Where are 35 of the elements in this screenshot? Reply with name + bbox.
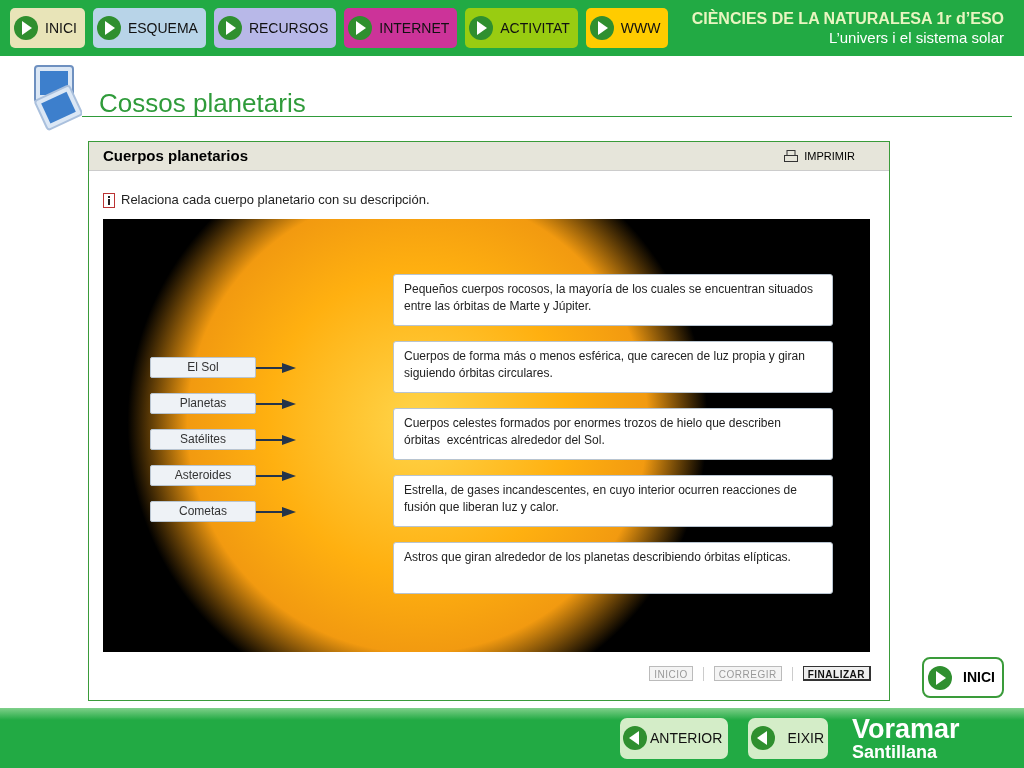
description-card: Cuerpos de forma más o menos esférica, que carecen de luz propia y giran siguiendo órbitas circulares. <box>393 341 833 393</box>
nav-button[interactable]: ESQUEMA <box>92 8 206 48</box>
arrow-icon <box>256 469 296 482</box>
arrow-icon <box>256 433 296 446</box>
nav-button[interactable]: RECURSOS <box>213 8 337 48</box>
course-title: CIÈNCIES DE LA NATURALESA 1r d’ESO <box>691 8 1004 29</box>
instruction-text: Relaciona cada cuerpo planetario con su descripción. <box>121 191 430 210</box>
term-label[interactable]: Cometas <box>150 501 256 522</box>
description-card: Astros que giran alrededor de los planetas describiendo órbitas elípticas. <box>393 542 833 594</box>
unit-subtitle: L’univers i el sistema solar <box>828 28 1004 48</box>
home-button[interactable]: INICI <box>922 657 1004 698</box>
description-card: Pequeños cuerpos rocosos, la mayoría de los cuales se encuentran situados entre las órbitas de Marte y Júpiter. <box>393 274 833 326</box>
arrow-icon <box>256 397 296 410</box>
nav-button[interactable]: ACTIVITAT <box>465 8 578 48</box>
term-label[interactable]: El Sol <box>150 357 256 378</box>
nav-button[interactable]: INTERNET <box>344 8 458 48</box>
print-button[interactable]: IMPRIMIR <box>784 147 855 165</box>
footer-nav-button[interactable]: EIXIR <box>748 717 828 759</box>
term-label[interactable]: Asteroides <box>150 465 256 486</box>
action-button[interactable]: FINALIZAR <box>802 666 871 681</box>
term-label[interactable]: Satélites <box>150 429 256 450</box>
publisher-logo-text: Santillana <box>852 742 939 761</box>
brand-logo-text: Voramar <box>852 715 960 743</box>
description-card: Cuerpos celestes formados por enormes trozos de hielo que describen órbitas excéntricas alrededor del Sol. <box>393 408 833 460</box>
activity-title: Cuerpos planetarios <box>103 145 249 166</box>
arrow-icon <box>256 505 296 518</box>
nav-button[interactable]: INICI <box>10 8 85 48</box>
printer-icon <box>784 150 799 162</box>
description-card: Estrella, de gases incandescentes, en cuyo interior ocurren reacciones de fusión que liberan luz y calor. <box>393 475 833 527</box>
term-label[interactable]: Planetas <box>150 393 256 414</box>
info-icon <box>103 192 115 208</box>
arrow-icon <box>256 361 296 374</box>
nav-button[interactable]: WWW <box>585 8 669 48</box>
footer-nav-button[interactable]: ANTERIOR <box>620 717 728 759</box>
page-title: Cossos planetaris <box>99 87 306 120</box>
